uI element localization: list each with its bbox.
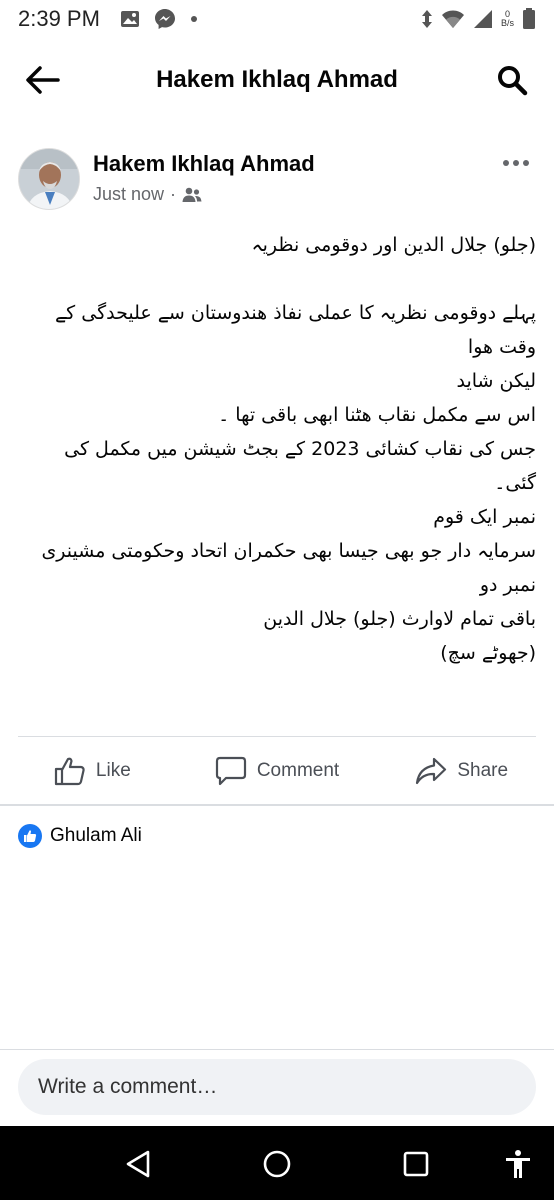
signal-icon xyxy=(473,10,492,28)
post-line: پہلے دوقومی نظریہ کا عملی نفاذ ھندوستان … xyxy=(55,302,536,358)
like-button[interactable]: Like xyxy=(0,738,185,804)
nav-back-button[interactable] xyxy=(122,1148,154,1180)
status-bar: 2:39 PM 0 B/s xyxy=(0,0,554,38)
share-icon xyxy=(416,757,447,785)
friends-icon[interactable] xyxy=(182,187,202,203)
system-nav-bar xyxy=(0,1126,554,1200)
post-actions: Like Comment Share xyxy=(0,738,554,804)
accessibility-button[interactable] xyxy=(502,1148,534,1180)
network-speed: 0 B/s xyxy=(501,10,514,28)
messenger-icon xyxy=(154,9,175,29)
thumbs-up-icon xyxy=(54,757,85,786)
reactor-name: Ghulam Ali xyxy=(50,825,142,846)
page-title: Hakem Ikhlaq Ahmad xyxy=(156,66,398,93)
post-line: سرمایہ دار جو بھی جیسا بھی حکمران اتحاد … xyxy=(41,540,536,562)
post-line: (جھوٹے سچ) xyxy=(440,642,536,664)
post-line: جس کی نقاب کشائی 2023 کے بجٹ شیشن میں مک… xyxy=(64,438,536,494)
post-line: نمبر ایک قوم xyxy=(433,506,536,528)
system-icons: 0 B/s xyxy=(421,8,536,30)
post-divider xyxy=(18,736,536,737)
share-label: Share xyxy=(457,760,509,781)
avatar[interactable] xyxy=(18,148,80,210)
search-icon xyxy=(498,66,528,96)
nav-home-button[interactable] xyxy=(261,1148,293,1180)
comment-label: Comment xyxy=(256,760,340,781)
more-options-button[interactable] xyxy=(494,148,538,178)
post-line: لیکن شاید xyxy=(456,370,537,392)
gallery-icon xyxy=(120,11,139,27)
meta-separator: · xyxy=(170,184,177,204)
data-arrows-icon xyxy=(421,10,432,28)
comment-divider xyxy=(0,1049,554,1050)
nav-home-icon xyxy=(263,1150,291,1178)
notification-icons xyxy=(120,8,198,30)
app-bar: Hakem Ikhlaq Ahmad xyxy=(0,44,554,116)
speed-unit: B/s xyxy=(500,18,514,28)
comment-button[interactable]: Comment xyxy=(185,738,370,804)
accessibility-icon xyxy=(506,1150,530,1178)
more-icon xyxy=(503,160,529,166)
reactions-summary[interactable]: Ghulam Ali xyxy=(18,824,142,848)
section-divider xyxy=(0,804,554,806)
author-name[interactable]: Hakem Ikhlaq Ahmad xyxy=(93,151,315,177)
dot-icon xyxy=(190,16,197,22)
post-line: نمبر دو xyxy=(479,574,536,596)
post-line: (جلو) جلال الدین اور دوقومی نظریہ xyxy=(251,234,536,256)
nav-recents-icon xyxy=(403,1151,429,1177)
post-line-blank xyxy=(20,262,536,296)
battery-icon xyxy=(523,8,535,29)
post-header: Hakem Ikhlaq Ahmad Just now · xyxy=(18,148,538,212)
search-button[interactable] xyxy=(494,62,530,98)
like-label: Like xyxy=(95,760,131,781)
comment-input[interactable] xyxy=(18,1059,536,1115)
wifi-icon xyxy=(441,10,464,28)
nav-recents-button[interactable] xyxy=(400,1148,432,1180)
profile-photo xyxy=(19,149,79,209)
post-body: (جلو) جلال الدین اور دوقومی نظریہ پہلے د… xyxy=(20,228,536,670)
post-meta: Just now · xyxy=(93,184,202,205)
post-line: باقی تمام لاوارث (جلو) جلال الدین xyxy=(263,608,536,630)
like-reaction-icon xyxy=(18,824,42,848)
share-button[interactable]: Share xyxy=(369,738,554,804)
post-line: اس سے مکمل نقاب ھٹنا ابھی باقی تھا ۔ xyxy=(218,404,536,426)
post-timestamp[interactable]: Just now xyxy=(93,184,164,205)
comment-icon xyxy=(215,756,246,786)
nav-back-icon xyxy=(126,1150,150,1178)
status-time: 2:39 PM xyxy=(18,6,100,31)
